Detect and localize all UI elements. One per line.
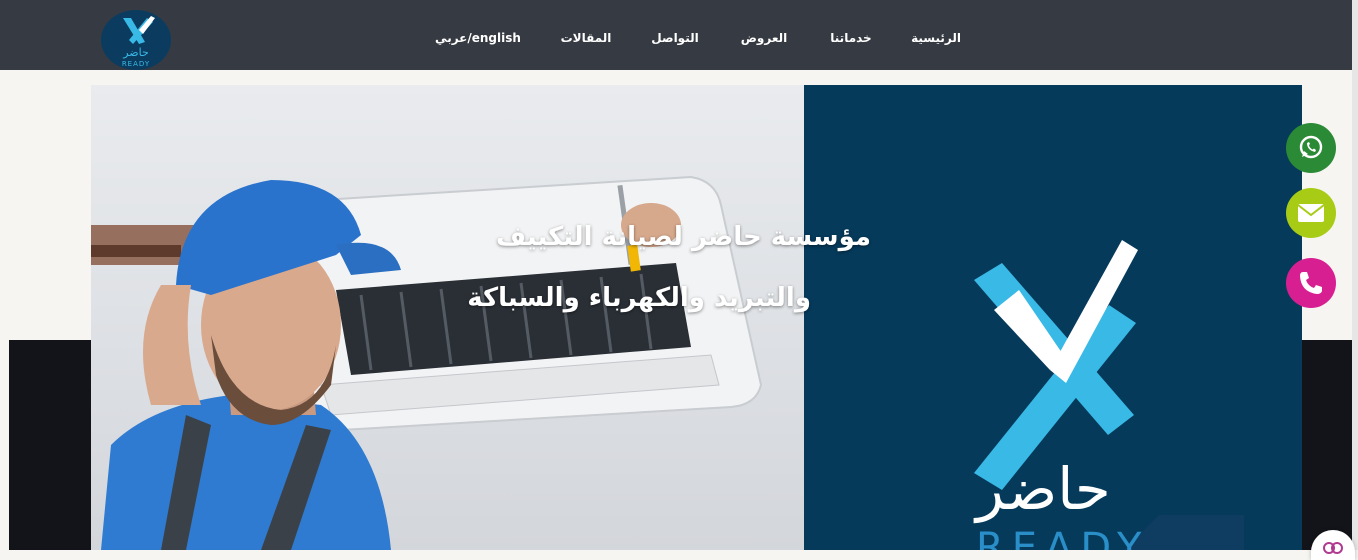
brand-panel: حاضر READY bbox=[804, 85, 1302, 550]
top-navigation-bar: حاضر READY الرئيسية خدماتنا العروض التوا… bbox=[0, 0, 1358, 70]
brand-english-name: READY bbox=[976, 525, 1150, 550]
logo-english-text: READY bbox=[121, 60, 151, 68]
nav-item-articles[interactable]: المقالات bbox=[561, 31, 612, 45]
technician-ac-photo bbox=[91, 85, 804, 550]
nav-item-offers[interactable]: العروض bbox=[741, 31, 787, 45]
hero-title-line1: مؤسسة حاضر لصيانة التكييف bbox=[495, 222, 871, 252]
hero-title-line2: والتبريد والكهرباء والسباكة bbox=[467, 283, 811, 313]
site-logo[interactable]: حاضر READY bbox=[101, 10, 171, 70]
page-scrollbar[interactable] bbox=[1352, 0, 1358, 550]
logo-arabic-text: حاضر bbox=[123, 46, 149, 59]
whatsapp-button[interactable] bbox=[1286, 123, 1336, 173]
whatsapp-icon bbox=[1299, 135, 1323, 159]
nav-item-contact[interactable]: التواصل bbox=[651, 31, 698, 45]
nav-item-services[interactable]: خدماتنا bbox=[830, 31, 871, 45]
technician-illustration bbox=[91, 175, 763, 550]
chat-icon bbox=[1323, 542, 1343, 554]
envelope-icon bbox=[1297, 204, 1325, 222]
brand-arabic-name: حاضر bbox=[976, 455, 1111, 523]
phone-icon bbox=[1300, 272, 1322, 294]
email-button[interactable] bbox=[1286, 188, 1336, 238]
phone-button[interactable] bbox=[1286, 258, 1336, 308]
hero-banner: حاضر READY مؤسسة حاضر لصيانة التكييف وال… bbox=[91, 85, 1302, 550]
nav-item-home[interactable]: الرئيسية bbox=[911, 31, 961, 45]
nav-item-language[interactable]: عربي/english bbox=[435, 31, 521, 45]
